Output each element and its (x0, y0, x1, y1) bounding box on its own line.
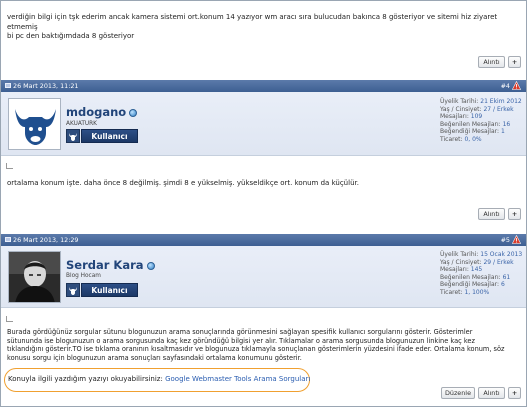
post-number-link[interactable]: #5 (501, 236, 510, 244)
post-text-line: Burada gördüğünüz sorgular sütunu blogun… (7, 328, 473, 336)
plus-button[interactable]: + (508, 208, 521, 220)
post-text-line: sütununda ise blogunuzun o arama sorgusu… (7, 336, 475, 345)
avatar[interactable] (8, 251, 61, 303)
quote-button[interactable]: Alıntı (478, 208, 505, 220)
stat-posts: Mesajları: 109 (440, 113, 483, 121)
plus-button[interactable]: + (508, 56, 521, 68)
username-link[interactable]: mdogano (66, 105, 138, 119)
stat-joined: Üyelik Tarihi: 15 Ocak 2013 (440, 251, 523, 258)
username-text[interactable]: Serdar Kara (66, 258, 144, 272)
post-text: ortalama konum işte. daha önce 8 değilmi… (7, 179, 359, 187)
bull-logo-icon (9, 99, 60, 149)
user-info-panel: mdogano AKUATURK Kullanıcı Üyelik Tarihi… (1, 92, 526, 156)
stat-likes-given: Beğendiği Mesajlar: 1 (440, 128, 505, 136)
user-stats: Üyelik Tarihi: 21 Ekim 2012 Yaş / Cinsiy… (440, 98, 522, 144)
user-info-panel: Serdar Kara Blog Hocam Kullanıcı Üyelik … (1, 246, 526, 308)
post-date: 26 Mart 2013, 12:29 (13, 236, 79, 244)
quote-button[interactable]: Alıntı (478, 387, 505, 399)
user-title: Blog Hocam (66, 273, 101, 279)
post-text: Burada gördüğünüz sorgular sütunu blogun… (7, 328, 522, 362)
user-title: AKUATURK (66, 121, 97, 127)
user-photo-icon (9, 252, 60, 302)
stat-posts: Mesajları: 145 (440, 266, 483, 274)
stat-joined: Üyelik Tarihi: 21 Ekim 2012 (440, 98, 522, 105)
online-status-icon (146, 261, 155, 270)
stat-liked: Beğenilen Mesajları: 61 (440, 273, 511, 281)
post-icon (6, 316, 13, 322)
post-date: 26 Mart 2013, 11:21 (13, 82, 79, 90)
rank-badge: Kullanıcı (81, 129, 138, 143)
prev-post-line-2: bi pc den baktığımdada 8 gösteriyor (7, 32, 135, 41)
online-status-icon (129, 108, 138, 117)
signature-link[interactable]: Google Webmaster Tools Arama Sorguları (165, 375, 310, 383)
stat-liked: Beğenilen Mesajları: 16 (440, 120, 511, 128)
edit-button[interactable]: Düzenle (441, 387, 475, 399)
post-header: 26 Mart 2013, 11:21 #4 (1, 80, 526, 92)
avatar[interactable] (8, 98, 61, 150)
post-icon (6, 163, 13, 169)
plus-button[interactable]: + (508, 387, 521, 399)
stat-age-gender: Yaş / Cinsiyet: 29 / Erkek (440, 258, 514, 266)
prev-post-text: verdiğin bilgi için tşk ederim ancak kam… (7, 13, 522, 42)
signature: Konuyla ilgili yazdığım yazıyı okuyabili… (8, 375, 310, 383)
rank-icon (66, 129, 80, 143)
signature-text: Konuyla ilgili yazdığım yazıyı okuyabili… (8, 375, 163, 383)
post-header: 26 Mart 2013, 12:29 #5 (1, 234, 526, 246)
rank-icon (66, 283, 80, 297)
report-icon[interactable] (512, 81, 521, 90)
user-stats: Üyelik Tarihi: 15 Ocak 2013 Yaş / Cinsiy… (440, 251, 522, 297)
quote-button[interactable]: Alıntı (478, 56, 505, 68)
report-icon[interactable] (512, 235, 521, 244)
prev-post-line-1: verdiğin bilgi için tşk ederim ancak kam… (7, 13, 498, 31)
rank-badge: Kullanıcı (81, 283, 138, 297)
username-text[interactable]: mdogano (66, 105, 126, 119)
stat-age-gender: Yaş / Cinsiyet: 27 / Erkek (440, 105, 514, 113)
stat-likes-given: Beğendiği Mesajlar: 6 (440, 281, 505, 289)
stat-trade: Ticaret: 1, 100% (440, 288, 490, 296)
post-text-line: konusu sorgu için blogunuzun arama sonuç… (7, 353, 302, 362)
stat-trade: Ticaret: 0, 0% (440, 135, 482, 143)
post-number-link[interactable]: #4 (501, 82, 510, 90)
post-text-line: tıklandığını gösterir.TO ise tıklama ora… (7, 345, 505, 354)
username-link[interactable]: Serdar Kara (66, 258, 155, 272)
post-icon (5, 83, 11, 88)
post-icon (5, 237, 11, 242)
